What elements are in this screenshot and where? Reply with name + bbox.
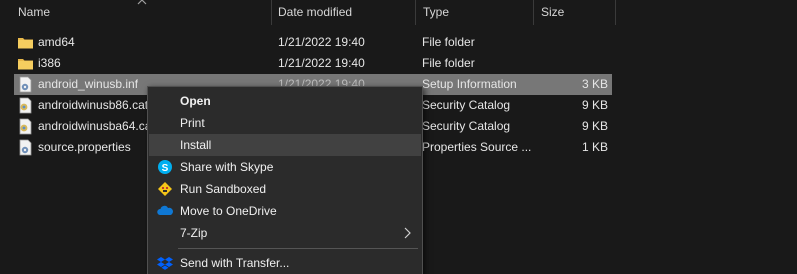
file-size — [554, 32, 608, 53]
column-header-type[interactable]: Type — [417, 0, 533, 25]
context-menu: Open Print Install S Share with Skype Ru… — [147, 86, 423, 274]
menu-item-run-sandboxed[interactable]: Run Sandboxed — [149, 178, 421, 200]
menu-item-label: Install — [180, 138, 212, 152]
file-date-modified: 1/21/2022 19:40 — [278, 56, 365, 70]
file-name: androidwinusb86.cat — [38, 98, 147, 112]
menu-item-label: Print — [180, 116, 205, 130]
file-name: source.properties — [38, 140, 131, 154]
security-catalog-file-icon — [19, 118, 32, 135]
file-type: File folder — [422, 35, 475, 49]
file-size: 1 KB — [581, 140, 608, 154]
menu-item-install[interactable]: Install — [149, 134, 421, 156]
sandboxie-icon — [158, 182, 172, 196]
menu-item-share-with-skype[interactable]: S Share with Skype — [149, 156, 421, 178]
menu-item-label: 7-Zip — [180, 226, 208, 240]
menu-item-move-to-onedrive[interactable]: Move to OneDrive — [149, 200, 421, 222]
file-size: 9 KB — [581, 119, 608, 133]
menu-item-7-zip[interactable]: 7-Zip — [149, 222, 421, 244]
file-size: 3 KB — [581, 77, 608, 91]
skype-icon: S — [158, 160, 172, 174]
file-name: i386 — [38, 56, 61, 70]
properties-file-icon — [19, 139, 32, 156]
security-catalog-file-icon — [19, 97, 32, 114]
file-type: File folder — [422, 56, 475, 70]
file-explorer-window: Name Date modified Type Size amd64 1/21/… — [0, 0, 797, 274]
column-divider[interactable] — [533, 0, 534, 25]
column-divider[interactable] — [415, 0, 416, 25]
menu-item-open[interactable]: Open — [149, 90, 421, 112]
chevron-right-icon — [404, 227, 411, 239]
file-type: Security Catalog — [422, 119, 511, 133]
column-header-date-modified[interactable]: Date modified — [272, 0, 415, 25]
menu-item-send-with-transfer[interactable]: Send with Transfer... — [149, 252, 421, 274]
menu-item-label: Send with Transfer... — [180, 256, 290, 270]
file-date-modified: 1/21/2022 19:40 — [278, 35, 365, 49]
file-name: amd64 — [38, 35, 75, 49]
column-header-bar: Name Date modified Type Size — [0, 0, 797, 25]
menu-item-print[interactable]: Print — [149, 112, 421, 134]
menu-item-label: Share with Skype — [180, 160, 274, 174]
menu-item-label: Move to OneDrive — [180, 204, 277, 218]
menu-separator — [178, 248, 418, 249]
folder-icon — [18, 38, 33, 49]
file-name: androidwinusba64.cat — [38, 119, 147, 133]
column-divider[interactable] — [615, 0, 616, 25]
svg-text:S: S — [162, 163, 169, 174]
file-type: Setup Information — [422, 77, 517, 91]
file-size — [554, 53, 608, 74]
file-type: Properties Source ... — [422, 140, 532, 154]
sort-ascending-icon — [137, 0, 147, 5]
folder-icon — [18, 59, 33, 70]
column-header-size[interactable]: Size — [535, 0, 615, 25]
file-size: 9 KB — [581, 98, 608, 112]
file-type: Security Catalog — [422, 98, 511, 112]
menu-item-label: Open — [180, 94, 211, 108]
file-row-i386[interactable]: i386 1/21/2022 19:40 File folder — [14, 53, 612, 74]
file-row-amd64[interactable]: amd64 1/21/2022 19:40 File folder — [14, 32, 612, 53]
file-name: android_winusb.inf — [38, 77, 139, 91]
onedrive-icon — [157, 205, 173, 215]
dropbox-icon — [157, 257, 173, 270]
setup-info-file-icon — [19, 76, 32, 93]
menu-item-label: Run Sandboxed — [180, 182, 267, 196]
